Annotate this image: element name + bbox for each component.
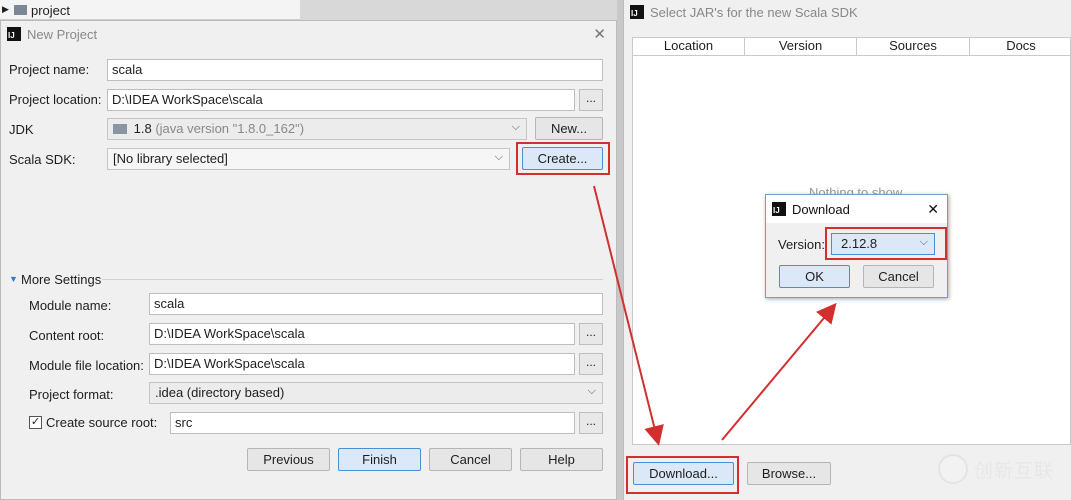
- arrow-download-to-dialog: [721, 302, 837, 441]
- watermark-logo-icon: [938, 454, 968, 484]
- arrow-create-to-download: [593, 185, 664, 446]
- watermark-text: 创新互联: [974, 460, 1055, 482]
- annotation-arrows: [593, 185, 837, 446]
- watermark: 创新互联: [938, 454, 1054, 484]
